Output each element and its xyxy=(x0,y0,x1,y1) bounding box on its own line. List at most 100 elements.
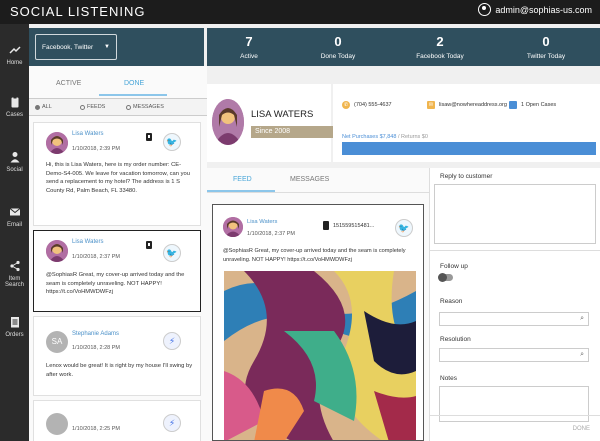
reply-textarea[interactable] xyxy=(434,184,596,244)
nav-orders[interactable]: Orders xyxy=(0,316,29,338)
list-subfilters: ALL FEEDS MESSAGES xyxy=(29,98,207,116)
post-image[interactable] xyxy=(224,271,416,440)
reason-label: Reason xyxy=(440,298,463,305)
nav-email[interactable]: Email xyxy=(0,206,29,228)
stat-value: 0 xyxy=(542,34,550,49)
mail-icon: ✉ xyxy=(427,101,435,109)
filter-messages-label: MESSAGES xyxy=(133,104,164,110)
chevron-down-icon: ▼ xyxy=(104,44,110,50)
reply-label: Reply to customer xyxy=(440,173,493,180)
stat-value: 2 xyxy=(436,34,444,49)
open-cases[interactable]: 1 Open Cases xyxy=(509,101,556,109)
followup-label: Follow up xyxy=(440,263,468,270)
nav-orders-label: Orders xyxy=(5,332,24,338)
contact-card: LISA WATERS Since 2008 xyxy=(207,84,334,162)
list-item-date: 1/10/2018, 2:25 PM xyxy=(72,426,121,432)
open-cases-value: 1 Open Cases xyxy=(521,102,557,108)
notes-textarea[interactable] xyxy=(439,386,589,422)
post-author[interactable]: Lisa Waters xyxy=(247,219,277,225)
stat-value: 7 xyxy=(245,34,253,49)
network-filter-value: Facebook, Twitter xyxy=(42,44,94,51)
user-email: admin@sophias-us.com xyxy=(495,4,592,15)
tab-feed[interactable]: FEED xyxy=(233,176,252,183)
radio-dot xyxy=(80,104,85,110)
avatar xyxy=(46,240,68,262)
clipboard-icon xyxy=(11,96,18,108)
radio-dot xyxy=(126,104,131,110)
net-purchases-label: Net Purchases $7,848 xyxy=(342,134,397,140)
envelope-icon xyxy=(9,208,20,216)
nav-cases[interactable]: Cases xyxy=(0,96,29,118)
post-date: 1/10/2018, 2:37 PM xyxy=(247,231,296,237)
attachment-icon xyxy=(146,133,152,141)
twitter-icon[interactable]: 🐦 xyxy=(395,219,413,237)
tab-underline xyxy=(99,94,167,96)
customer-since-badge: Since 2008 xyxy=(251,126,334,138)
stat-done-today: 0 Done Today xyxy=(298,34,378,60)
conversation-list[interactable]: Lisa Waters 🐦 1/10/2018, 2:39 PM Hi, thi… xyxy=(33,118,204,441)
nav-item-search[interactable]: Item Search xyxy=(0,260,29,288)
filter-feeds-radio[interactable]: FEEDS xyxy=(80,104,105,110)
twitter-icon: 🐦 xyxy=(163,133,181,151)
network-filter-select[interactable]: Facebook, Twitter ▼ xyxy=(35,34,117,60)
list-item-name[interactable]: Lisa Waters xyxy=(72,239,103,245)
email-value: lisaw@nowhereaddress.org xyxy=(439,102,507,108)
tab-done[interactable]: DONE xyxy=(124,80,144,87)
nav-home[interactable]: Home xyxy=(0,44,29,66)
feed-area: FEED MESSAGES Lisa Waters 1/10/2018, 2:3… xyxy=(207,168,429,441)
list-tabs: ACTIVE DONE xyxy=(29,78,207,94)
nav-email-label: Email xyxy=(6,222,22,228)
returns-label: / Returns $0 xyxy=(397,134,428,140)
resolution-search-field[interactable]: ⌕ xyxy=(439,348,589,362)
user-avatar-icon xyxy=(478,3,492,16)
stat-label: Twitter Today xyxy=(526,53,566,60)
list-item[interactable]: Lisa Waters 🐦 1/10/2018, 2:37 PM @Sophia… xyxy=(33,230,201,312)
nav-social[interactable]: Social xyxy=(0,151,29,173)
list-item-message: @SophiasR Great, my cover-up arrived tod… xyxy=(46,272,185,295)
filter-messages-radio[interactable]: MESSAGES xyxy=(126,104,164,110)
post-id: 151559515481... xyxy=(333,223,375,229)
list-item-date: 1/10/2018, 2:28 PM xyxy=(72,345,121,351)
stat-label: Done Today xyxy=(320,53,356,60)
search-icon: ⌕ xyxy=(580,351,584,358)
filter-all-label: ALL xyxy=(42,104,52,110)
list-item-date: 1/10/2018, 2:37 PM xyxy=(72,254,121,260)
followup-toggle[interactable] xyxy=(438,272,453,282)
attachment-icon xyxy=(323,221,329,230)
avatar xyxy=(46,413,68,435)
list-item[interactable]: Lisa Waters 🐦 1/10/2018, 2:39 PM Hi, thi… xyxy=(33,122,201,226)
list-item-message: Lenox would be great! It is right by my … xyxy=(46,363,193,378)
done-button[interactable]: DONE xyxy=(573,426,590,432)
twitter-icon: 🐦 xyxy=(163,244,181,262)
filter-all-radio[interactable]: ALL xyxy=(35,104,52,110)
list-item-name[interactable]: Stephanie Adams xyxy=(72,331,119,337)
nav-social-label: Social xyxy=(6,167,23,173)
list-item[interactable]: ⚡ 1/10/2018, 2:25 PM xyxy=(33,400,201,441)
filter-feeds-label: FEEDS xyxy=(87,104,106,110)
search-icon: ⌕ xyxy=(580,315,584,322)
stat-label: Active xyxy=(240,53,258,60)
contact-email[interactable]: ✉ lisaw@nowhereaddress.org xyxy=(427,101,507,109)
list-item[interactable]: SA Stephanie Adams ⚡ 1/10/2018, 2:28 PM … xyxy=(33,316,201,396)
radio-dot xyxy=(35,104,40,110)
tab-active[interactable]: ACTIVE xyxy=(56,80,81,87)
divider xyxy=(430,415,600,416)
stats-bar: 7 Active 0 Done Today 2 Facebook Today 0… xyxy=(207,28,600,66)
avatar xyxy=(46,132,68,154)
net-purchases: Net Purchases $7,848 / Returns $0 xyxy=(342,134,428,140)
feed-post: Lisa Waters 1/10/2018, 2:37 PM 151559515… xyxy=(212,204,424,441)
phone-icon: ✆ xyxy=(342,101,350,109)
stat-twitter-today: 0 Twitter Today xyxy=(506,34,586,60)
contact-phone[interactable]: ✆ (704) 555-4637 xyxy=(342,101,392,109)
tab-messages[interactable]: MESSAGES xyxy=(290,176,329,183)
trend-icon xyxy=(8,46,21,54)
post-message: @SophiasR Great, my cover-up arrived tod… xyxy=(223,248,406,263)
conversation-list-panel: ACTIVE DONE ALL FEEDS MESSAGES Lisa Wate… xyxy=(29,66,207,441)
messenger-icon: ⚡ xyxy=(163,332,181,350)
stat-facebook-today: 2 Facebook Today xyxy=(400,34,480,60)
share-icon xyxy=(9,260,20,272)
list-item-name[interactable]: Lisa Waters xyxy=(72,131,103,137)
user-menu[interactable]: admin@sophias-us.com xyxy=(478,3,592,16)
app-title: SOCIAL LISTENING xyxy=(10,4,146,19)
reason-search-field[interactable]: ⌕ xyxy=(439,312,589,326)
